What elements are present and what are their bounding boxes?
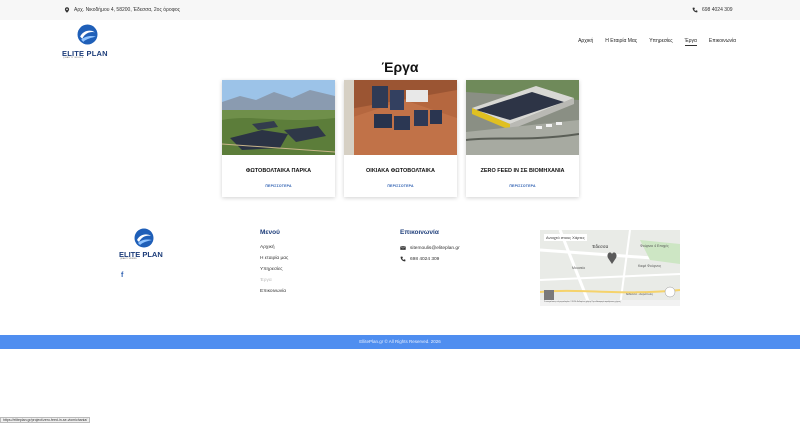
more-link[interactable]: ΠΕΡΙΣΣΟΤΕΡΑ xyxy=(344,184,457,188)
page-title: Έργα xyxy=(381,59,419,75)
address-line: Αρχ. Νικοδήμου 4, 58200, Έδεσσα, 2ος όρο… xyxy=(64,7,180,13)
phone-text: 698 4024 309 xyxy=(410,256,440,262)
copyright-text: EllitePlan.gr © All Rights Reserved. 202… xyxy=(359,339,441,344)
nav-item-services[interactable]: Υπηρεσίες xyxy=(649,38,672,46)
project-card-industrial[interactable]: ZERO FEED IN ΣΕ ΒΙΟΜΗΧΑΝΙΑ ΠΕΡΙΣΣΟΤΕΡΑ xyxy=(466,80,579,197)
logo-mark-icon xyxy=(134,228,154,248)
email-icon xyxy=(400,246,406,250)
location-pin-icon xyxy=(64,7,70,13)
map-poi-label: Έδεσσα - Ακρόπολη xyxy=(626,292,653,296)
map-embed[interactable]: Ανοιχτό στους Χάρτες Έδεσσα Φούρνοι 4 Επ… xyxy=(540,230,680,306)
map-poi-label: Μουσείο xyxy=(572,266,586,270)
nav-item-home[interactable]: Αρχική xyxy=(578,38,593,46)
nav-item-projects[interactable]: Έργα xyxy=(684,38,697,46)
logo-mark-icon xyxy=(77,24,98,45)
map-attribution: Συντομεύσεις πληκτρολογίου ©2024 Δεδομέν… xyxy=(544,301,621,303)
footer-link-home[interactable]: Αρχική xyxy=(260,245,275,250)
footer-link-company[interactable]: Η εταιρία μας xyxy=(260,256,288,261)
phone-icon xyxy=(692,7,698,13)
footer-contact-title: Επικοινωνία xyxy=(400,229,439,236)
footer-link-services[interactable]: Υπηρεσίες xyxy=(260,267,283,272)
nav-item-company[interactable]: Η Εταιρία Μας xyxy=(605,38,637,46)
project-image-industrial xyxy=(466,80,579,155)
facebook-icon[interactable]: f xyxy=(121,272,123,279)
more-link[interactable]: ΠΕΡΙΣΣΟΤΕΡΑ xyxy=(222,184,335,188)
project-card-title: ΟΙΚΙΑΚΑ ΦΩΤΟΒΟΛΤΑΙΚΑ xyxy=(366,168,435,174)
site-logo[interactable]: ELITE PLAN QUALITY WORKS xyxy=(62,24,114,60)
map-poi-label: Φούρνοι 4 Εποχές xyxy=(640,244,669,248)
email-text: sitemoulis@eliteplan.gr xyxy=(410,245,460,251)
phone-text: 698 4024 309 xyxy=(702,7,733,13)
phone-icon xyxy=(400,256,406,262)
copyright-bar: EllitePlan.gr © All Rights Reserved. 202… xyxy=(0,335,800,349)
project-card-solar-parks[interactable]: ΦΩΤΟΒΟΛΤΑΙΚΑ ΠΑΡΚΑ ΠΕΡΙΣΣΟΤΕΡΑ xyxy=(222,80,335,197)
more-link[interactable]: ΠΕΡΙΣΣΟΤΕΡΑ xyxy=(466,184,579,188)
footer-link-projects[interactable]: Έργα xyxy=(260,278,272,283)
project-card-residential[interactable]: ΟΙΚΙΑΚΑ ΦΩΤΟΒΟΛΤΑΙΚΑ ΠΕΡΙΣΣΟΤΕΡΑ xyxy=(344,80,457,197)
footer-logo[interactable]: ELITE PLAN QUALITY WORKS xyxy=(119,228,171,264)
phone-line[interactable]: 698 4024 309 xyxy=(692,7,733,13)
map-city-label: Έδεσσα xyxy=(592,244,609,249)
address-text: Αρχ. Νικοδήμου 4, 58200, Έδεσσα, 2ος όρο… xyxy=(74,7,181,13)
footer-link-contact[interactable]: Επικοινωνία xyxy=(260,289,286,294)
footer-menu-title: Μενού xyxy=(260,229,280,236)
project-card-title: ZERO FEED IN ΣΕ ΒΙΟΜΗΧΑΝΙΑ xyxy=(480,168,565,174)
footer-email[interactable]: sitemoulis@eliteplan.gr xyxy=(400,245,460,251)
footer-phone[interactable]: 698 4024 309 xyxy=(400,256,439,262)
map-open-label[interactable]: Ανοιχτό στους Χάρτες xyxy=(544,234,587,241)
status-url-tooltip: https://eliteplan.gr/project/zero-feed-i… xyxy=(0,417,91,423)
map-poi-label: Καφέ Φούρνος xyxy=(638,264,662,268)
project-card-title: ΦΩΤΟΒΟΛΤΑΙΚΑ ΠΑΡΚΑ xyxy=(245,168,312,174)
top-info-bar: Αρχ. Νικοδήμου 4, 58200, Έδεσσα, 2ος όρο… xyxy=(0,0,800,20)
logo-tagline: QUALITY WORKS xyxy=(120,258,137,260)
nav-item-contact[interactable]: Επικοινωνία xyxy=(709,38,736,46)
main-nav: Αρχική Η Εταιρία Μας Υπηρεσίες Έργα Επικ… xyxy=(578,38,736,46)
project-image-residential xyxy=(344,80,457,155)
project-image-solar-parks xyxy=(222,80,335,155)
